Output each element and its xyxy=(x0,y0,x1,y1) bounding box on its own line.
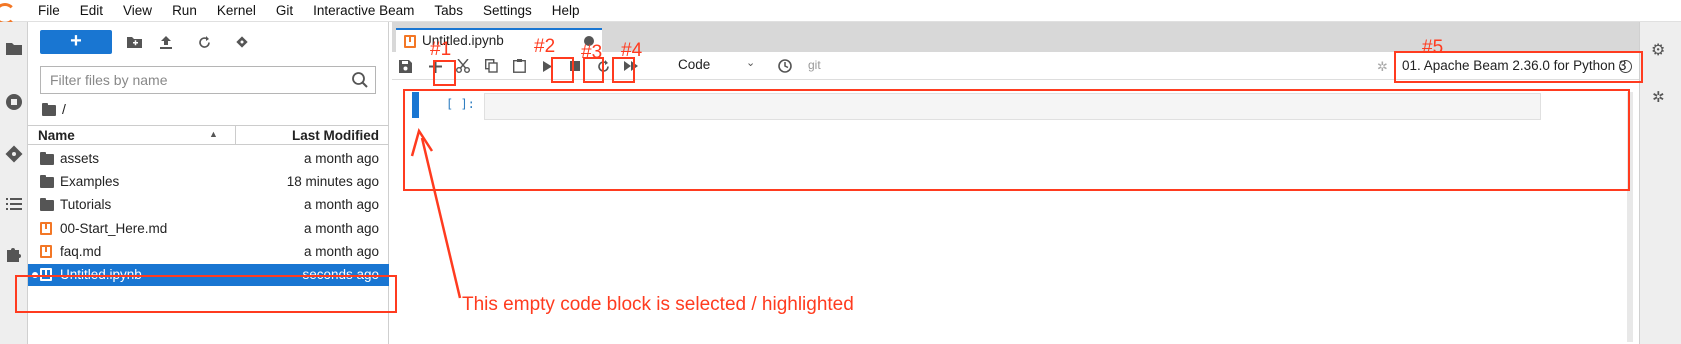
annotation-box-selected-file xyxy=(15,275,397,313)
sort-ascending-icon: ▲ xyxy=(209,129,218,139)
table-of-contents-icon[interactable] xyxy=(4,194,24,214)
menu-settings[interactable]: Settings xyxy=(473,0,542,22)
annotation-box-cell xyxy=(403,89,1630,191)
file-row[interactable]: Examples 18 minutes ago xyxy=(28,171,389,193)
cut-icon[interactable] xyxy=(454,57,472,75)
git-clone-icon[interactable] xyxy=(232,32,252,52)
new-folder-icon[interactable] xyxy=(124,32,144,52)
menu-tabs[interactable]: Tabs xyxy=(424,0,473,22)
file-row[interactable]: faq.md a month ago xyxy=(28,241,389,263)
folder-icon xyxy=(40,175,54,188)
menu-view[interactable]: View xyxy=(113,0,162,22)
notebook-icon xyxy=(404,35,416,48)
chevron-down-icon[interactable]: ⌄ xyxy=(746,56,755,69)
file-modified: 18 minutes ago xyxy=(286,174,379,189)
file-row[interactable]: 00-Start_Here.md a month ago xyxy=(28,218,389,240)
tab-untitled-notebook[interactable]: Untitled.ipynb xyxy=(396,28,602,52)
file-name: faq.md xyxy=(60,244,102,259)
markdown-file-icon xyxy=(40,222,52,235)
running-sessions-icon[interactable] xyxy=(4,92,24,112)
annotation-box-run xyxy=(551,57,574,83)
debugger-bug-icon[interactable]: ✲ xyxy=(1652,88,1665,106)
git-icon[interactable] xyxy=(4,144,24,164)
paste-icon[interactable] xyxy=(510,57,528,75)
property-inspector-gear-icon[interactable]: ⚙ xyxy=(1651,40,1665,60)
menu-kernel[interactable]: Kernel xyxy=(207,0,266,22)
debugger-bug-icon[interactable]: ✲ xyxy=(1377,59,1388,75)
annotation-note: This empty code block is selected / high… xyxy=(462,294,854,315)
annotation-mark-2: #2 xyxy=(534,36,556,57)
menu-help[interactable]: Help xyxy=(542,0,590,22)
file-modified: a month ago xyxy=(303,197,379,212)
file-modified: a month ago xyxy=(303,244,379,259)
markdown-file-icon xyxy=(40,245,52,258)
file-name: 00-Start_Here.md xyxy=(60,221,168,236)
right-sidebar-rail: ⚙ ✲ xyxy=(1639,22,1681,344)
file-row[interactable]: Tutorials a month ago xyxy=(28,194,389,216)
filter-files-field[interactable] xyxy=(40,66,376,94)
annotation-box-insert xyxy=(433,60,456,86)
copy-icon[interactable] xyxy=(482,57,500,75)
menu-run[interactable]: Run xyxy=(162,0,207,22)
search-icon xyxy=(352,72,368,88)
upload-icon[interactable] xyxy=(156,32,176,52)
file-name: Examples xyxy=(60,174,120,189)
folder-icon xyxy=(40,152,54,165)
column-name[interactable]: Name xyxy=(38,128,75,143)
annotation-mark-5: #5 xyxy=(1422,37,1444,58)
column-last-modified[interactable]: Last Modified xyxy=(292,128,379,143)
folder-icon xyxy=(40,198,54,211)
file-name: Tutorials xyxy=(60,197,112,212)
filter-files-input[interactable] xyxy=(41,67,331,93)
menu-interactive-beam[interactable]: Interactive Beam xyxy=(303,0,424,22)
save-icon[interactable] xyxy=(396,57,414,75)
extension-puzzle-icon[interactable] xyxy=(4,244,24,264)
refresh-icon[interactable] xyxy=(194,32,214,52)
annotation-mark-3: #3 xyxy=(581,42,603,63)
annotation-mark-4: #4 xyxy=(621,40,643,61)
jupyter-logo-icon xyxy=(0,0,26,25)
git-label[interactable]: git xyxy=(808,58,821,72)
folder-icon[interactable] xyxy=(4,38,24,58)
folder-icon xyxy=(42,102,56,116)
file-name: assets xyxy=(60,151,100,166)
breadcrumb-root[interactable]: / xyxy=(62,101,66,117)
annotation-mark-1: #1 xyxy=(430,39,452,60)
file-modified: a month ago xyxy=(303,221,379,236)
file-row[interactable]: assets a month ago xyxy=(28,148,389,170)
column-divider[interactable] xyxy=(235,126,236,145)
breadcrumb[interactable]: / xyxy=(42,100,66,118)
menu-bar: File Edit View Run Kernel Git Interactiv… xyxy=(0,0,1681,25)
tab-bar: Untitled.ipynb xyxy=(392,22,1639,52)
file-modified: a month ago xyxy=(303,151,379,166)
file-list-header: Name ▲ Last Modified xyxy=(28,125,389,145)
menu-edit[interactable]: Edit xyxy=(70,0,113,22)
file-browser-toolbar: + xyxy=(28,30,389,56)
new-launcher-button[interactable]: + xyxy=(40,30,112,54)
menu-git[interactable]: Git xyxy=(266,0,303,22)
clock-icon[interactable] xyxy=(776,57,794,75)
menu-file[interactable]: File xyxy=(26,0,70,22)
